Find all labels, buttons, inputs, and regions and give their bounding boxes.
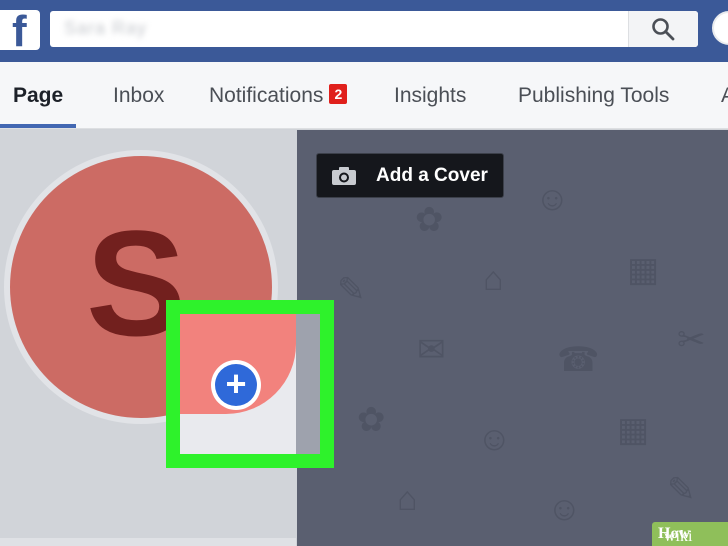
tab-notifications[interactable]: Notifications 2 — [209, 84, 348, 108]
cover-pattern-icon: ✎ — [337, 271, 366, 309]
cover-pattern-icon: ✿ — [357, 401, 386, 439]
cover-pattern-icon: ☺ — [477, 420, 512, 458]
highlight-cover-edge — [296, 314, 320, 454]
user-avatar[interactable] — [712, 11, 728, 45]
cover-pattern-icon: ☺ — [535, 180, 570, 218]
plus-icon: + — [225, 363, 247, 404]
cover-pattern-icon: ✎ — [667, 471, 696, 509]
search-button[interactable] — [628, 11, 698, 47]
tab-notifications-label: Notifications — [209, 84, 324, 107]
facebook-logo-glyph: f — [12, 10, 27, 50]
tab-inbox[interactable]: Inbox — [113, 84, 164, 108]
cover-pattern-icon: ✉ — [417, 331, 446, 369]
cover-pattern-icon: ▦ — [617, 411, 650, 449]
cover-pattern-icon: ✂ — [677, 321, 706, 359]
add-cover-button[interactable]: Add a Cover — [316, 153, 504, 198]
add-cover-label: Add a Cover — [376, 165, 488, 186]
watermark-text: wiki How — [658, 525, 693, 545]
cover-pattern-icon: ☎ — [557, 341, 600, 379]
page-tab-bar: Page Inbox Notifications 2 Insights Publi… — [0, 62, 728, 129]
update-profile-picture-button[interactable]: + — [211, 360, 261, 410]
tab-insights[interactable]: Insights — [394, 84, 466, 108]
notification-badge: 2 — [329, 84, 348, 104]
cover-pattern-icon: ☺ — [547, 490, 582, 528]
tab-more[interactable]: A — [721, 84, 728, 108]
tab-page[interactable]: Page — [13, 84, 63, 108]
active-tab-indicator — [0, 124, 76, 128]
search-bar[interactable]: Sara Ray — [50, 11, 698, 47]
tab-publishing-tools[interactable]: Publishing Tools — [518, 84, 669, 108]
cover-pattern-icon: ⌂ — [483, 260, 504, 298]
wikihow-watermark: wiki How — [652, 522, 728, 546]
cover-pattern-icon: ✿ — [415, 201, 444, 239]
facebook-logo-icon[interactable]: f — [0, 10, 40, 50]
plus-button-circle: + — [215, 364, 257, 406]
cover-pattern-icon: ⌂ — [397, 480, 418, 518]
cover-pattern-icon: ▦ — [627, 251, 660, 289]
watermark-prefix: wiki — [664, 528, 693, 545]
profile-column-footer — [0, 538, 296, 546]
camera-icon — [332, 167, 356, 185]
search-icon — [652, 18, 675, 41]
search-input[interactable]: Sara Ray — [64, 18, 147, 39]
top-navigation-bar: f Sara Ray — [0, 0, 728, 62]
